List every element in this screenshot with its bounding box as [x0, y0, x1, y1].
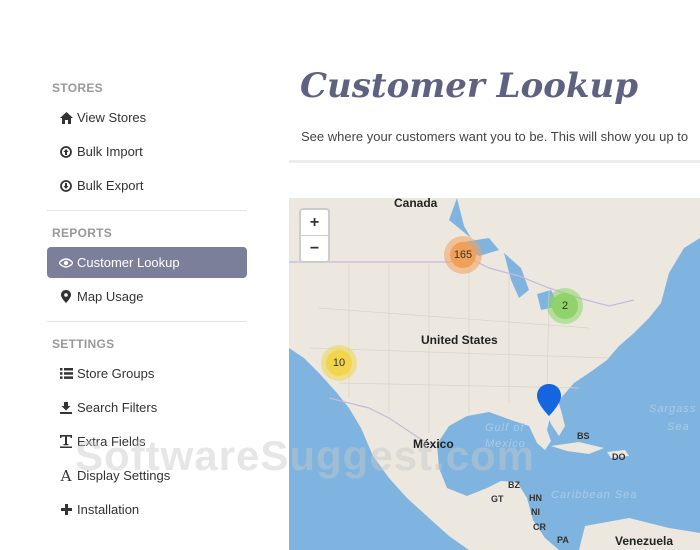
filter-icon — [59, 401, 73, 415]
map-label-sargasso-2: Sea — [667, 421, 690, 433]
sidebar-divider — [47, 321, 247, 322]
cluster-count: 165 — [450, 242, 476, 268]
map-label-venezuela: Venezuela — [615, 534, 674, 548]
text-field-icon — [59, 435, 73, 449]
zoom-in-button[interactable]: + — [301, 210, 328, 235]
cluster-count: 2 — [552, 293, 578, 319]
section-title-reports: REPORTS — [52, 226, 113, 240]
sidebar-item-label: Customer Lookup — [77, 255, 180, 270]
marker-cluster[interactable]: 2 — [547, 288, 583, 324]
map-label-united-states: United States — [421, 333, 498, 347]
map-label-gt: GT — [491, 494, 504, 504]
map-label-caribbean: Caribbean Sea — [551, 489, 638, 501]
circle-arrow-up-icon — [59, 145, 73, 159]
map-label-bs: BS — [577, 431, 590, 441]
map-label-pa: PA — [557, 535, 569, 545]
section-title-stores: STORES — [52, 81, 103, 95]
list-icon — [59, 367, 73, 381]
map-label-canada: Canada — [394, 198, 438, 210]
page-subtitle: See where your customers want you to be.… — [301, 129, 689, 144]
map-marker-icon — [59, 290, 73, 304]
marker-cluster[interactable]: 165 — [444, 236, 482, 274]
sidebar-item-label: Installation — [77, 502, 140, 517]
sidebar-item-label: Map Usage — [77, 289, 144, 304]
map-marker-icon[interactable] — [537, 384, 561, 416]
circle-arrow-down-icon — [59, 179, 73, 193]
sidebar-item-bulk-import[interactable]: Bulk Import — [47, 136, 247, 167]
font-icon: A — [60, 466, 72, 485]
sidebar-item-store-groups[interactable]: Store Groups — [47, 358, 247, 389]
eye-icon — [59, 256, 73, 270]
sidebar-item-label: View Stores — [77, 110, 147, 125]
sidebar-item-label: Search Filters — [77, 400, 158, 415]
map-label-sargasso: Sargass — [649, 403, 697, 415]
map-label-bz: BZ — [508, 480, 520, 490]
zoom-out-button[interactable]: − — [301, 235, 328, 261]
sidebar-item-map-usage[interactable]: Map Usage — [47, 281, 247, 312]
sidebar-item-label: Bulk Export — [77, 178, 144, 193]
cluster-count: 10 — [326, 350, 352, 376]
sidebar-divider — [47, 210, 247, 211]
sidebar-item-customer-lookup[interactable]: Customer Lookup — [47, 247, 247, 278]
map-label-hn: HN — [529, 493, 542, 503]
sidebar-item-view-stores[interactable]: View Stores — [47, 102, 247, 133]
sidebar-item-label: Store Groups — [77, 366, 155, 381]
watermark: SoftwareSuggest.com — [75, 432, 536, 479]
map-label-cr: CR — [533, 522, 546, 532]
sidebar-item-installation[interactable]: Installation — [47, 494, 247, 525]
sidebar-item-bulk-export[interactable]: Bulk Export — [47, 170, 247, 201]
home-icon — [59, 111, 73, 125]
marker-cluster[interactable]: 10 — [321, 345, 357, 381]
zoom-control: + − — [299, 208, 330, 263]
section-title-settings: SETTINGS — [52, 337, 115, 351]
header-divider — [289, 160, 700, 163]
sidebar-item-search-filters[interactable]: Search Filters — [47, 392, 247, 423]
sidebar-item-label: Bulk Import — [77, 144, 143, 159]
customer-map[interactable]: + − 165 2 10 Canada United States México… — [289, 198, 700, 550]
plus-icon — [59, 503, 73, 517]
map-label-ni: NI — [531, 507, 540, 517]
page-title: Customer Lookup — [300, 66, 638, 106]
map-label-do: DO — [612, 452, 626, 462]
